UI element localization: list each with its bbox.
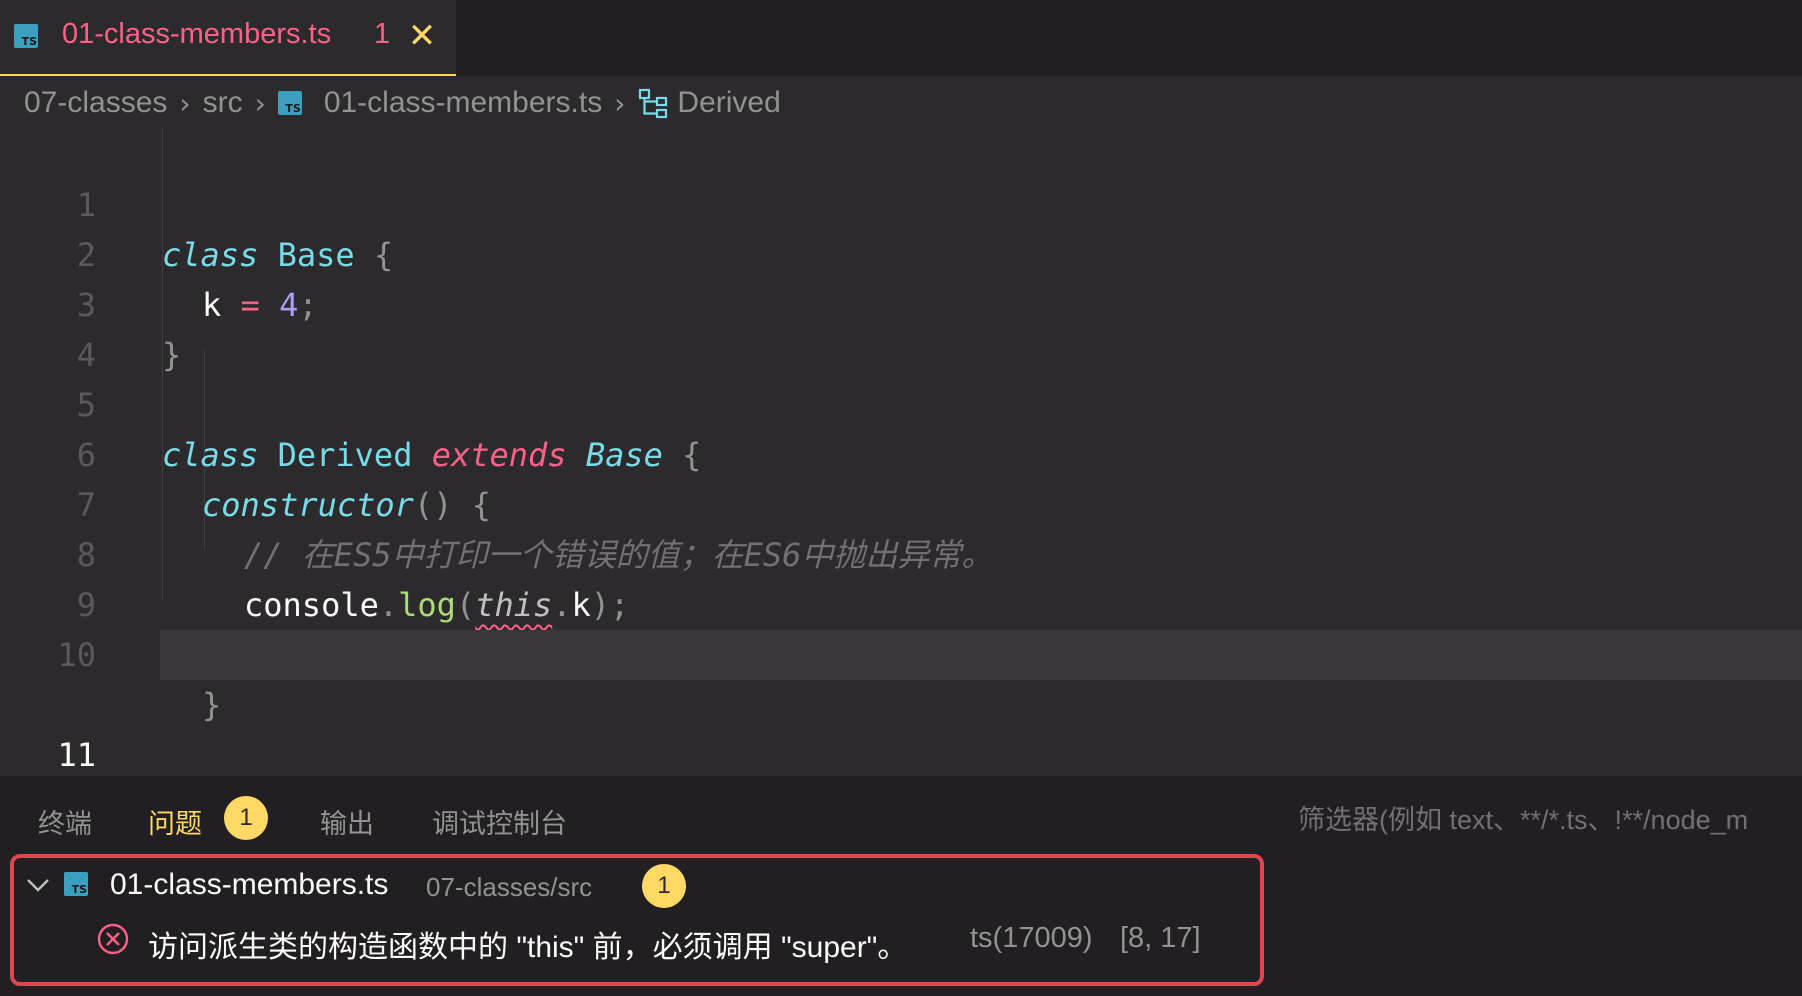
code-editor[interactable]: 1 class Base { 2 k = 4; 3 } 4 5 class De… bbox=[0, 128, 1802, 824]
current-line-highlight bbox=[160, 630, 1802, 680]
code-line: 10 } bbox=[0, 580, 1802, 724]
problems-count-badge: 1 bbox=[224, 796, 268, 840]
typescript-file-icon: TS bbox=[64, 872, 88, 896]
code-line: 1 class Base { bbox=[0, 130, 1802, 274]
typescript-file-icon: TS bbox=[277, 91, 302, 115]
chevron-right-icon: › bbox=[254, 86, 266, 120]
editor-tab-active[interactable]: TS 01-class-members.ts 1 ✕ bbox=[0, 0, 456, 76]
tab-problems[interactable]: 问题 bbox=[148, 802, 202, 841]
line-number: 11 bbox=[57, 736, 96, 774]
error-circle-icon bbox=[96, 922, 130, 956]
problem-file-row[interactable]: TS 01-class-members.ts 07-classes/src 1 bbox=[14, 858, 1260, 914]
line-code: } bbox=[202, 686, 222, 724]
problems-filter-input[interactable] bbox=[1298, 798, 1802, 842]
editor-tab-bar: TS 01-class-members.ts 1 ✕ bbox=[0, 0, 1802, 76]
tab-title: 01-class-members.ts bbox=[62, 18, 332, 50]
problem-file-count-badge: 1 bbox=[642, 864, 686, 908]
tab-problem-count: 1 bbox=[374, 18, 391, 50]
breadcrumb-item-symbol[interactable]: Derived bbox=[677, 86, 780, 120]
code-line: 8 console.log(this.k); bbox=[0, 480, 1802, 624]
tab-output[interactable]: 输出 bbox=[320, 802, 374, 841]
problem-item[interactable]: 访问派生类的构造函数中的 "this" 前，必须调用 "super"。 ts(1… bbox=[14, 910, 1260, 966]
code-line: 3 } bbox=[0, 230, 1802, 374]
problem-position: [8, 17] bbox=[1120, 922, 1201, 954]
panel-tab-bar: 终端 问题 1 输出 调试控制台 bbox=[0, 776, 1802, 860]
code-line: 7 // 在ES5中打印一个错误的值；在ES6中抛出异常。 bbox=[0, 430, 1802, 574]
problems-list: TS 01-class-members.ts 07-classes/src 1 … bbox=[10, 854, 1264, 986]
code-line: 9 super(); bbox=[0, 530, 1802, 674]
tab-terminal[interactable]: 终端 bbox=[38, 802, 92, 841]
chevron-right-icon: › bbox=[614, 86, 626, 120]
code-line: 6 constructor() { bbox=[0, 380, 1802, 524]
problem-file-name: 01-class-members.ts bbox=[110, 868, 389, 901]
code-line: 4 bbox=[0, 280, 1802, 374]
tab-debug-console[interactable]: 调试控制台 bbox=[432, 802, 567, 841]
class-symbol-icon bbox=[637, 86, 671, 120]
breadcrumb-item-folder[interactable]: 07-classes bbox=[24, 86, 167, 120]
code-line: 2 k = 4; bbox=[0, 180, 1802, 324]
typescript-file-icon: TS bbox=[14, 24, 38, 48]
chevron-right-icon: › bbox=[179, 86, 191, 120]
close-icon[interactable]: ✕ bbox=[406, 16, 438, 56]
bottom-panel: 终端 问题 1 输出 调试控制台 TS 01-class-members.ts … bbox=[0, 776, 1802, 996]
code-line: 5 class Derived extends Base { bbox=[0, 330, 1802, 474]
breadcrumb: 07-classes › src › TS 01-class-members.t… bbox=[24, 80, 781, 126]
problem-file-path: 07-classes/src bbox=[426, 872, 593, 902]
breadcrumb-item-src[interactable]: src bbox=[203, 86, 243, 120]
code-line-current: 11 } bbox=[0, 630, 1802, 824]
problem-message: 访问派生类的构造函数中的 "this" 前，必须调用 "super"。 bbox=[148, 931, 908, 964]
chevron-down-icon[interactable] bbox=[22, 864, 54, 904]
breadcrumb-item-file[interactable]: 01-class-members.ts bbox=[324, 86, 602, 120]
problem-code: ts(17009) bbox=[970, 922, 1093, 954]
